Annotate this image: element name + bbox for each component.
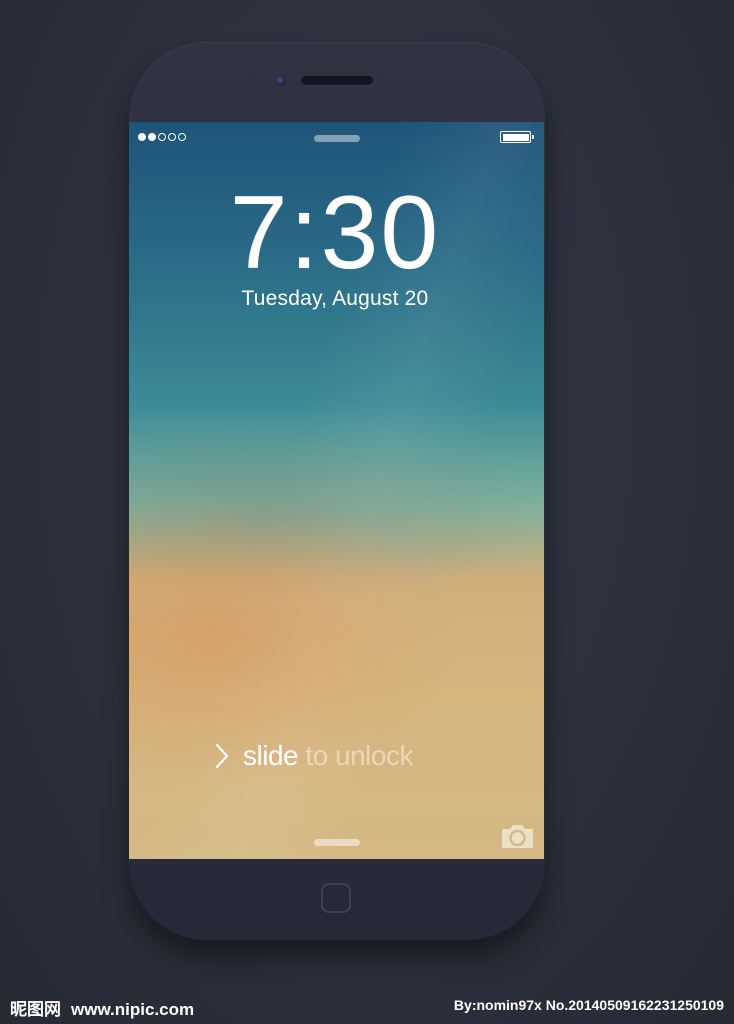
clock-time: 7:30 — [229, 175, 441, 291]
backdrop: 7:30 Tuesday, August 20 slide to unlock … — [0, 0, 734, 1024]
clock-date: Tuesday, August 20 — [241, 287, 429, 310]
chevron-right-icon — [215, 743, 229, 769]
signal-dot — [148, 133, 156, 141]
notification-center-grabber[interactable] — [314, 135, 360, 142]
watermark-credit: By:nomin97x No.20140509162231250109 — [453, 997, 724, 1013]
unlock-label: slide to unlock — [243, 740, 413, 772]
unlock-label-rest: to unlock — [298, 740, 413, 771]
watermark-site: www.nipic.com — [71, 1000, 195, 1019]
camera-icon[interactable] — [499, 822, 536, 850]
control-center-grabber[interactable] — [314, 839, 360, 846]
lock-screen[interactable]: 7:30 Tuesday, August 20 slide to unlock — [129, 122, 544, 859]
signal-dot — [178, 133, 186, 141]
earpiece-speaker — [301, 76, 373, 85]
signal-dot — [138, 133, 146, 141]
front-camera-icon — [276, 76, 286, 86]
battery-level — [502, 133, 529, 141]
signal-dot — [158, 133, 166, 141]
home-button[interactable] — [321, 883, 351, 913]
slide-to-unlock[interactable]: slide to unlock — [213, 736, 413, 776]
battery-icon — [500, 131, 534, 143]
unlock-label-highlight: slide — [243, 740, 299, 771]
signal-strength-icon — [138, 133, 186, 141]
status-bar — [129, 122, 544, 152]
signal-dot — [168, 133, 176, 141]
watermark-logo-text: 昵图网 — [10, 1000, 61, 1019]
watermark-brand: 昵图网 www.nipic.com — [10, 995, 194, 1020]
